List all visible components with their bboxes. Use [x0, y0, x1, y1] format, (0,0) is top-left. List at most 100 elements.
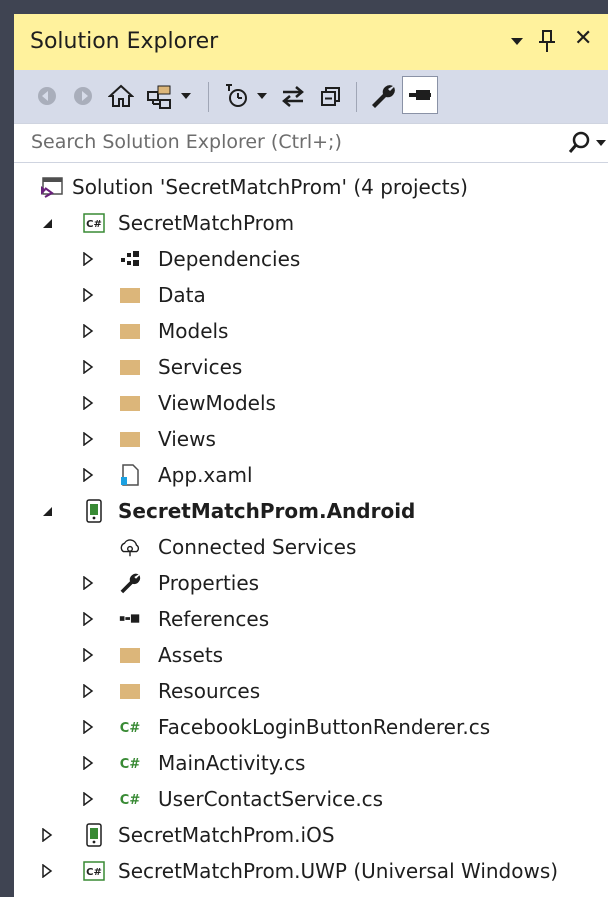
back-icon[interactable] [30, 78, 64, 114]
tree-item-file[interactable]: App.xaml [14, 457, 608, 493]
tree-item-project[interactable]: SecretMatchProm.Android [14, 493, 608, 529]
collapsed-arrow-icon[interactable] [80, 781, 96, 817]
csharp-file-icon: C# [118, 751, 142, 775]
references-icon [118, 607, 142, 631]
panel-title-bar[interactable]: Solution Explorer ✕ [14, 14, 608, 70]
folder-icon [118, 679, 142, 703]
tree-item-label: Assets [158, 643, 224, 667]
collapsed-arrow-icon[interactable] [80, 601, 96, 637]
folder-icon [118, 319, 142, 343]
window-position-dropdown-icon[interactable] [510, 26, 524, 60]
csharp-project-icon: C# [82, 211, 106, 235]
pending-changes-filter-icon[interactable] [220, 78, 254, 114]
collapsed-arrow-icon[interactable] [80, 385, 96, 421]
svg-text:C#: C# [86, 219, 102, 230]
tree-item-folder[interactable]: ViewModels [14, 385, 608, 421]
collapsed-arrow-icon[interactable] [80, 709, 96, 745]
tree-item-dependencies[interactable]: Dependencies [14, 241, 608, 277]
folder-icon [118, 355, 142, 379]
collapsed-arrow-icon[interactable] [80, 673, 96, 709]
expanded-arrow-icon[interactable] [39, 493, 55, 529]
tree-item-project[interactable]: SecretMatchProm.iOS [14, 817, 608, 853]
collapsed-arrow-icon[interactable] [80, 421, 96, 457]
tree-item-label: Views [158, 427, 216, 451]
csharp-file-icon: C# [118, 787, 142, 811]
search-icon[interactable] [566, 128, 608, 158]
tree-item-label: Dependencies [158, 247, 301, 271]
forward-icon[interactable] [66, 78, 100, 114]
solution-icon [40, 175, 64, 199]
properties-icon[interactable] [366, 78, 400, 114]
tree-item-label: App.xaml [158, 463, 253, 487]
collapsed-arrow-icon[interactable] [80, 349, 96, 385]
search-input[interactable] [14, 124, 571, 160]
project-label: SecretMatchProm [118, 211, 295, 235]
collapse-all-icon[interactable] [314, 78, 348, 114]
switch-views-icon[interactable] [142, 78, 176, 114]
sync-with-document-icon[interactable] [276, 78, 310, 114]
collapsed-arrow-icon[interactable] [80, 565, 96, 601]
dependencies-icon [118, 247, 142, 271]
folder-icon [118, 643, 142, 667]
tree-item-label: MainActivity.cs [158, 751, 306, 775]
project-label: SecretMatchProm.Android [118, 499, 416, 523]
project-label: SecretMatchProm.UWP (Universal Windows) [118, 859, 559, 883]
tree-item-project[interactable]: C# SecretMatchProm.UWP (Universal Window… [14, 853, 608, 889]
tree-item-folder[interactable]: Views [14, 421, 608, 457]
tree-item-connected-services[interactable]: Connected Services [14, 529, 608, 565]
filter-dropdown-icon[interactable] [252, 78, 272, 114]
solution-explorer-panel: Solution Explorer ✕ Search Solution Expl… [0, 0, 608, 897]
collapsed-arrow-icon[interactable] [80, 637, 96, 673]
tree-item-folder[interactable]: Resources [14, 673, 608, 709]
folder-icon [118, 427, 142, 451]
tree-item-label: Services [158, 355, 243, 379]
switch-views-dropdown-icon[interactable] [176, 78, 196, 114]
collapsed-arrow-icon[interactable] [39, 853, 55, 889]
preview-selected-items-icon[interactable] [402, 76, 438, 114]
tree-item-references[interactable]: References [14, 601, 608, 637]
tree-item-folder[interactable]: Models [14, 313, 608, 349]
tree-item-label: Properties [158, 571, 260, 595]
search-box[interactable] [14, 123, 608, 163]
pin-icon[interactable] [536, 28, 558, 60]
home-icon[interactable] [104, 78, 138, 114]
expanded-arrow-icon[interactable] [39, 205, 55, 241]
solution-label: Solution 'SecretMatchProm' (4 projects) [72, 175, 468, 199]
tree-item-label: Models [158, 319, 229, 343]
ios-project-icon [82, 823, 106, 847]
window-border-top [0, 0, 608, 14]
toolbar [14, 70, 608, 123]
tree-item-label: UserContactService.cs [158, 787, 384, 811]
collapsed-arrow-icon[interactable] [80, 241, 96, 277]
tree-item-folder[interactable]: Services [14, 349, 608, 385]
tree-item-file[interactable]: C# FacebookLoginButtonRenderer.cs [14, 709, 608, 745]
tree-item-folder[interactable]: Data [14, 277, 608, 313]
toolbar-separator [356, 82, 357, 112]
xaml-file-icon [118, 463, 142, 487]
toolbar-separator [208, 82, 209, 112]
svg-text:C#: C# [120, 793, 141, 808]
csharp-project-icon: C# [82, 859, 106, 883]
tree-item-label: Resources [158, 679, 261, 703]
collapsed-arrow-icon[interactable] [80, 457, 96, 493]
collapsed-arrow-icon[interactable] [80, 745, 96, 781]
android-project-icon [82, 499, 106, 523]
tree-item-file[interactable]: C# MainActivity.cs [14, 745, 608, 781]
wrench-icon [118, 571, 142, 595]
collapsed-arrow-icon[interactable] [80, 277, 96, 313]
csharp-file-icon: C# [118, 715, 142, 739]
tree-item-solution[interactable]: Solution 'SecretMatchProm' (4 projects) [14, 169, 608, 205]
folder-icon [118, 283, 142, 307]
close-icon[interactable]: ✕ [574, 26, 592, 51]
tree-item-folder[interactable]: Assets [14, 637, 608, 673]
tree-item-file[interactable]: C# UserContactService.cs [14, 781, 608, 817]
collapsed-arrow-icon[interactable] [39, 817, 55, 853]
tree-item-properties[interactable]: Properties [14, 565, 608, 601]
window-border-left [0, 0, 14, 897]
svg-text:C#: C# [120, 721, 141, 736]
connected-services-icon [118, 535, 142, 559]
tree-item-label: References [158, 607, 270, 631]
tree-item-project[interactable]: C# SecretMatchProm [14, 205, 608, 241]
tree-item-label: Data [158, 283, 206, 307]
collapsed-arrow-icon[interactable] [80, 313, 96, 349]
